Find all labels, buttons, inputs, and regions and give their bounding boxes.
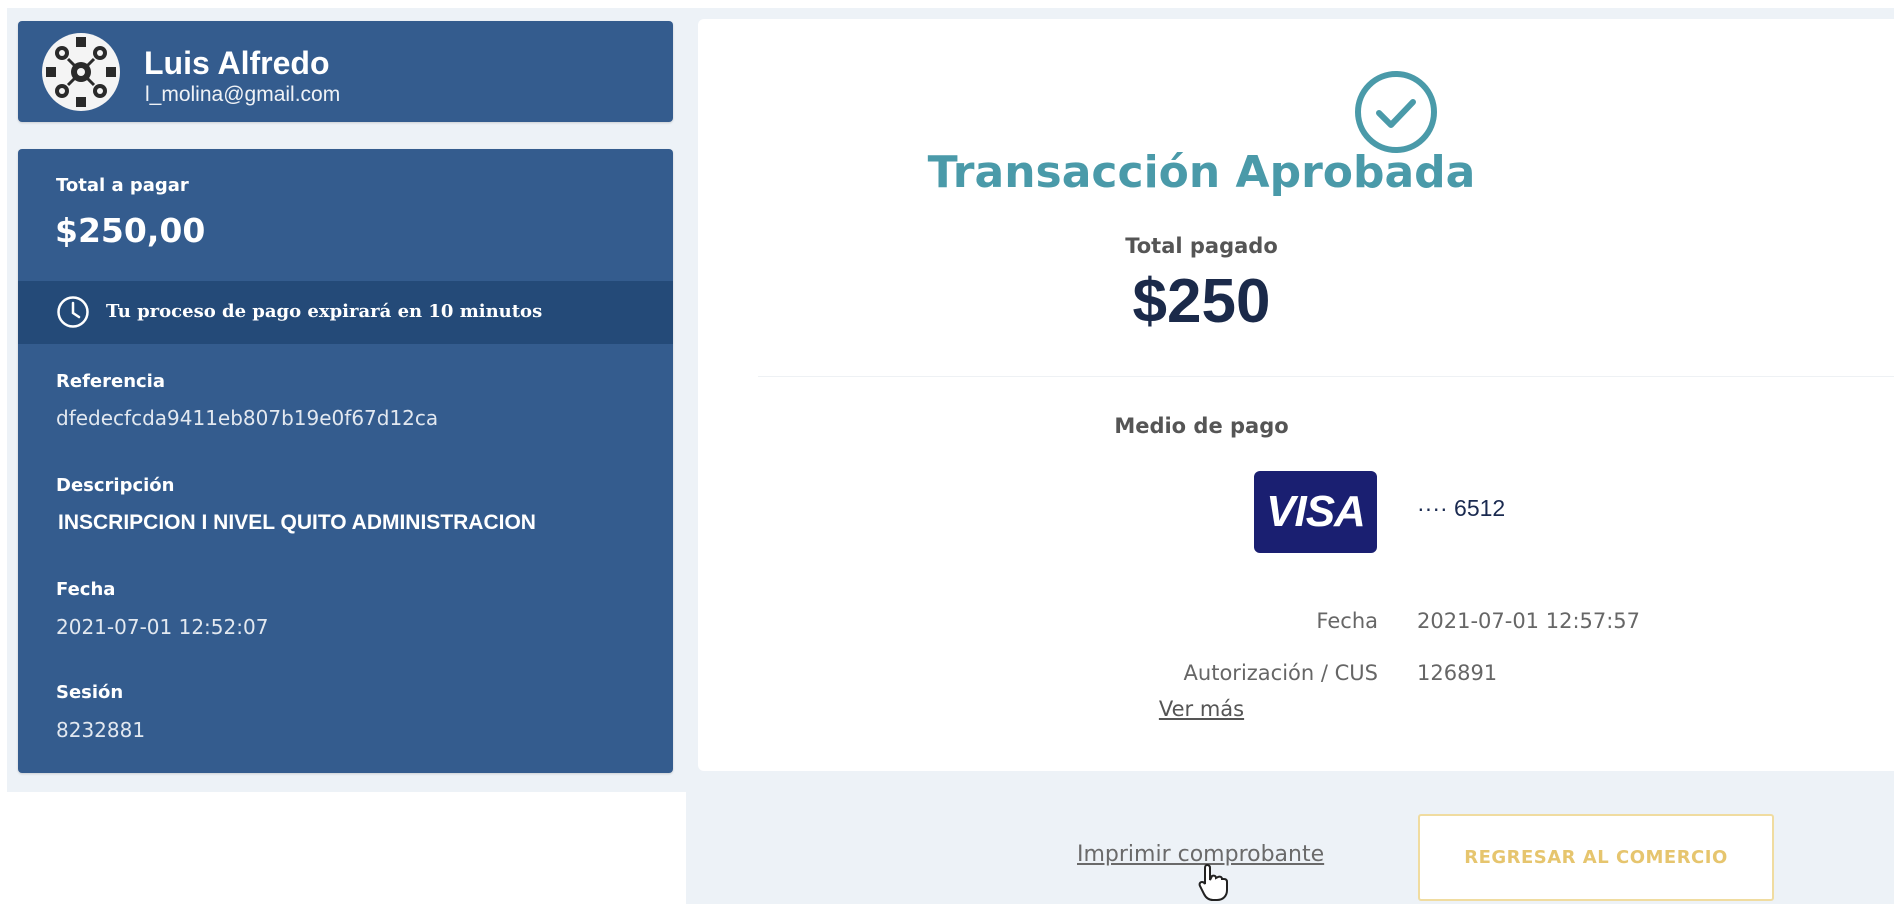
total-label: Total a pagar bbox=[56, 175, 189, 196]
visa-logo-icon: VISA bbox=[1254, 471, 1377, 553]
avatar-pattern-icon bbox=[42, 33, 120, 111]
reference-value: dfedecfcda9411eb807b19e0f67d12ca bbox=[56, 406, 439, 430]
user-name: Luis Alfredo bbox=[144, 45, 330, 81]
result-date-label: Fecha bbox=[1316, 609, 1378, 633]
user-card: Luis Alfredo l_molina@gmail.com bbox=[18, 21, 673, 122]
clock-icon bbox=[57, 296, 89, 328]
date-value: 2021-07-01 12:52:07 bbox=[56, 615, 269, 639]
result-date-value: 2021-07-01 12:57:57 bbox=[1417, 609, 1641, 633]
authorization-label: Autorización / CUS bbox=[1183, 661, 1378, 685]
transaction-result-card: Transacción Aprobada Total pagado $250 M… bbox=[698, 19, 1894, 771]
user-email: l_molina@gmail.com bbox=[145, 83, 341, 106]
total-paid-label: Total pagado bbox=[1125, 234, 1278, 258]
reference-label: Referencia bbox=[56, 371, 165, 392]
description-value: INSCRIPCION I NIVEL QUITO ADMINISTRACION bbox=[58, 511, 536, 534]
avatar bbox=[42, 33, 120, 111]
status-title: Transacción Aprobada bbox=[927, 147, 1476, 198]
expire-notice-bar: Tu proceso de pago expirará en 10 minuto… bbox=[18, 281, 673, 344]
payment-method-label: Medio de pago bbox=[1114, 414, 1289, 438]
total-paid-amount: $250 bbox=[1132, 267, 1271, 336]
authorization-value: 126891 bbox=[1417, 661, 1498, 685]
hand-cursor-icon bbox=[1198, 863, 1228, 901]
see-more-link[interactable]: Ver más bbox=[698, 697, 1705, 721]
total-amount: $250,00 bbox=[55, 211, 206, 250]
card-last-digits: ···· 6512 bbox=[1417, 495, 1506, 521]
session-label: Sesión bbox=[56, 682, 124, 703]
check-circle-icon bbox=[1355, 71, 1437, 153]
session-value: 8232881 bbox=[56, 718, 146, 742]
return-to-merchant-button[interactable]: REGRESAR AL COMERCIO bbox=[1418, 814, 1774, 901]
expire-notice-text: Tu proceso de pago expirará en 10 minuto… bbox=[106, 301, 543, 322]
date-label: Fecha bbox=[56, 579, 116, 600]
divider bbox=[758, 376, 1894, 377]
payment-summary-card: Total a pagar $250,00 Tu proceso de pago… bbox=[18, 149, 673, 773]
description-label: Descripción bbox=[56, 475, 175, 496]
